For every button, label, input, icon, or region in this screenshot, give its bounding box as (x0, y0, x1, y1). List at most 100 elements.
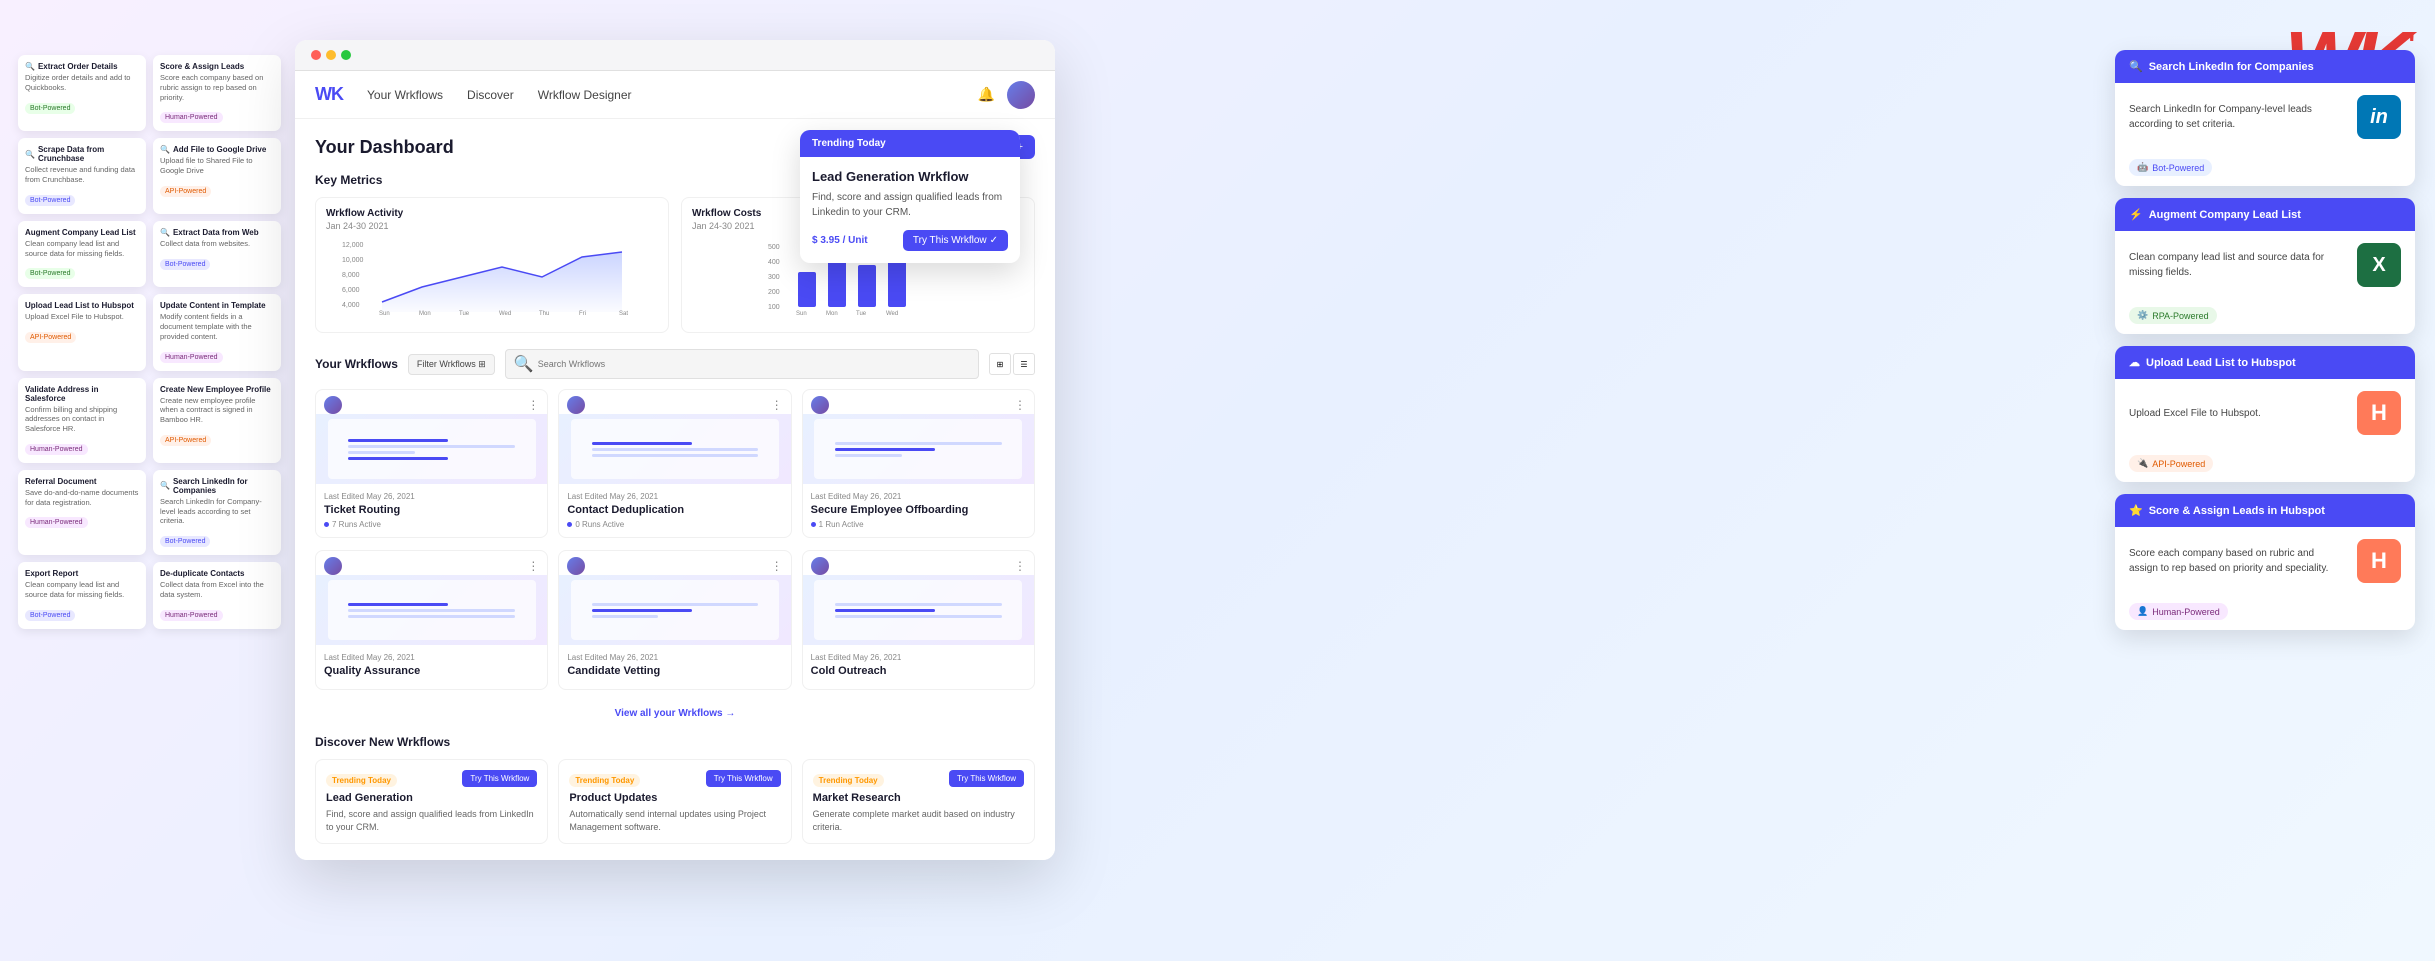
runs-label-1: 7 Runs Active (332, 520, 381, 529)
workflow-card-contact-dedup[interactable]: ⋮ Last Edited May 26, 2021 Contact Dedup… (558, 389, 791, 538)
small-card-extract-order[interactable]: 🔍 Extract Order Details Digitize order d… (18, 55, 146, 131)
trending-today-popup: Trending Today Lead Generation Wrkflow F… (800, 130, 1020, 263)
workflow-more-button-2[interactable]: ⋮ (771, 398, 783, 412)
svg-text:Mon: Mon (826, 311, 838, 317)
discover-card-lead-gen[interactable]: Trending Today Try This Wrkflow Lead Gen… (315, 759, 548, 844)
small-card-export-report[interactable]: Export Report Clean company lead list an… (18, 562, 146, 629)
trending-badge-1: Trending Today (326, 774, 397, 787)
minimize-window-button[interactable] (326, 50, 336, 60)
float-card-search-linkedin[interactable]: 🔍 Search LinkedIn for Companies Search L… (2115, 50, 2415, 186)
small-card-extract-data[interactable]: 🔍 Extract Data from Web Collect data fro… (153, 221, 281, 288)
window-controls (311, 50, 351, 60)
workflow-card-ticket-routing[interactable]: ⋮ Last Edited May 26, 2021 Ticket Ro (315, 389, 548, 538)
try-wrkflow-button-2[interactable]: Try This Wrkflow (706, 770, 781, 787)
svg-text:10,000: 10,000 (342, 257, 364, 264)
small-card-validate-address[interactable]: Validate Address in Salesforce Confirm b… (18, 378, 146, 463)
try-this-wrkflow-button[interactable]: Try This Wrkflow ✓ (903, 230, 1008, 251)
preview-line (592, 609, 692, 612)
small-card-update-content[interactable]: Update Content in Template Modify conten… (153, 294, 281, 370)
small-card-search-linkedin-left[interactable]: 🔍 Search LinkedIn for Companies Search L… (153, 470, 281, 555)
workflow-card-body-1: Last Edited May 26, 2021 Ticket Routing … (316, 484, 547, 537)
small-card-scrape-crunchbase[interactable]: 🔍 Scrape Data from Crunchbase Collect re… (18, 138, 146, 214)
float-card-title-3: Upload Lead List to Hubspot (2146, 357, 2296, 369)
small-card-augment-list[interactable]: Augment Company Lead List Clean company … (18, 221, 146, 288)
small-card-label-3: Scrape Data from Crunchbase (38, 145, 139, 163)
workflow-card-quality-assurance[interactable]: ⋮ Last Edited May 26, 2021 Quality Assur… (315, 550, 548, 690)
small-card-title-1: 🔍 Extract Order Details (25, 62, 139, 71)
float-card-logo-2: X (2357, 243, 2401, 287)
small-card-upload-hubspot[interactable]: Upload Lead List to Hubspot Upload Excel… (18, 294, 146, 370)
workflow-more-button-4[interactable]: ⋮ (527, 559, 539, 573)
power-label-3: API-Powered (2152, 459, 2205, 469)
small-card-dedup-contacts[interactable]: De-duplicate Contacts Collect data from … (153, 562, 281, 629)
svg-text:100: 100 (768, 304, 780, 311)
close-window-button[interactable] (311, 50, 321, 60)
float-card-header-4: ⭐ Score & Assign Leads in Hubspot (2115, 494, 2415, 527)
score-icon: ⭐ (2129, 504, 2143, 517)
checkmark-icon: ✓ (990, 235, 998, 246)
float-card-upload-hubspot[interactable]: ☁ Upload Lead List to Hubspot Upload Exc… (2115, 346, 2415, 482)
page-title: Your Dashboard (315, 137, 454, 158)
view-all-wrkflows-link[interactable]: View all your Wrkflows → (315, 702, 1035, 725)
search-wrkflows-box[interactable]: 🔍 (505, 349, 979, 379)
search-small-icon: 🔍 (25, 62, 35, 71)
small-power-badge-15: Bot-Powered (25, 610, 75, 621)
user-avatar[interactable] (1007, 81, 1035, 109)
preview-line (835, 603, 1002, 606)
maximize-window-button[interactable] (341, 50, 351, 60)
small-card-referral[interactable]: Referral Document Save do-and-do-name do… (18, 470, 146, 555)
list-view-button[interactable]: ☰ (1013, 353, 1035, 375)
workflow-name-5: Candidate Vetting (567, 665, 782, 677)
grid-view-button[interactable]: ⊞ (989, 353, 1011, 375)
nav-bar: WK Your Wrkflows Discover Wrkflow Design… (295, 71, 1055, 119)
workflow-card-body-4: Last Edited May 26, 2021 Quality Assuran… (316, 645, 547, 689)
discover-card-product-updates[interactable]: Trending Today Try This Wrkflow Product … (558, 759, 791, 844)
runs-dot-2 (567, 522, 572, 527)
preview-line (348, 603, 448, 606)
try-wrkflow-button-1[interactable]: Try This Wrkflow (462, 770, 537, 787)
workflow-more-button-1[interactable]: ⋮ (527, 398, 539, 412)
workflow-preview-5 (559, 575, 790, 645)
discover-section: Discover New Wrkflows Trending Today Try… (315, 735, 1035, 844)
workflow-lines-1 (348, 436, 515, 463)
workflow-card-cold-outreach[interactable]: ⋮ Last Edited May 26, 2021 Cold Outreach (802, 550, 1035, 690)
small-card-google-drive[interactable]: 🔍 Add File to Google Drive Upload file t… (153, 138, 281, 214)
workflow-more-button-3[interactable]: ⋮ (1014, 398, 1026, 412)
workflow-preview-inner-2 (571, 419, 779, 479)
workflow-card-employee-offboarding[interactable]: ⋮ Last Edited May 26, 2021 Secure Employ… (802, 389, 1035, 538)
small-card-title-3: 🔍 Scrape Data from Crunchbase (25, 145, 139, 163)
workflow-last-edited-4: Last Edited May 26, 2021 (324, 653, 539, 662)
small-card-desc-13: Save do-and-do-name documents for data r… (25, 488, 139, 508)
small-card-title-14: 🔍 Search LinkedIn for Companies (160, 477, 274, 495)
power-badge-4: 👤 Human-Powered (2129, 603, 2228, 620)
small-card-desc-5: Clean company lead list and source data … (25, 239, 139, 259)
notification-icon[interactable]: 🔔 (978, 86, 995, 103)
nav-wrkflow-designer[interactable]: Wrkflow Designer (538, 88, 632, 102)
trending-popup-header: Trending Today (800, 130, 1020, 157)
preview-line (835, 442, 1002, 445)
human-icon: 👤 (2137, 606, 2148, 617)
workflow-more-button-6[interactable]: ⋮ (1014, 559, 1026, 573)
small-card-score-assign[interactable]: Score & Assign Leads Score each company … (153, 55, 281, 131)
workflow-card-candidate-vetting[interactable]: ⋮ Last Edited May 26, 2021 Candidate Vet… (558, 550, 791, 690)
discover-cards: Trending Today Try This Wrkflow Lead Gen… (315, 759, 1035, 844)
small-card-title-11: Validate Address in Salesforce (25, 385, 139, 403)
svg-text:400: 400 (768, 259, 780, 266)
workflow-card-body-5: Last Edited May 26, 2021 Candidate Vetti… (559, 645, 790, 689)
float-card-header-1: 🔍 Search LinkedIn for Companies (2115, 50, 2415, 83)
try-wrkflow-button-3[interactable]: Try This Wrkflow (949, 770, 1024, 787)
small-card-desc-3: Collect revenue and funding data from Cr… (25, 165, 139, 185)
nav-discover[interactable]: Discover (467, 88, 514, 102)
float-card-footer-3: 🔌 API-Powered (2115, 447, 2415, 482)
filter-wrkflows-button[interactable]: Filter Wrkflows ⊞ (408, 354, 495, 375)
try-btn-label: Try This Wrkflow (913, 235, 987, 246)
activity-chart-svg: 12,000 10,000 8,000 6,000 4,000 Sun Mon … (326, 237, 658, 317)
discover-card-market-research[interactable]: Trending Today Try This Wrkflow Market R… (802, 759, 1035, 844)
float-card-score-assign[interactable]: ⭐ Score & Assign Leads in Hubspot Score … (2115, 494, 2415, 630)
small-card-create-employee[interactable]: Create New Employee Profile Create new e… (153, 378, 281, 463)
small-card-title-16: De-duplicate Contacts (160, 569, 274, 578)
workflow-more-button-5[interactable]: ⋮ (771, 559, 783, 573)
search-wrkflows-input[interactable] (538, 359, 970, 369)
float-card-augment-lead[interactable]: ⚡ Augment Company Lead List Clean compan… (2115, 198, 2415, 334)
nav-your-wrkflows[interactable]: Your Wrkflows (367, 88, 443, 102)
